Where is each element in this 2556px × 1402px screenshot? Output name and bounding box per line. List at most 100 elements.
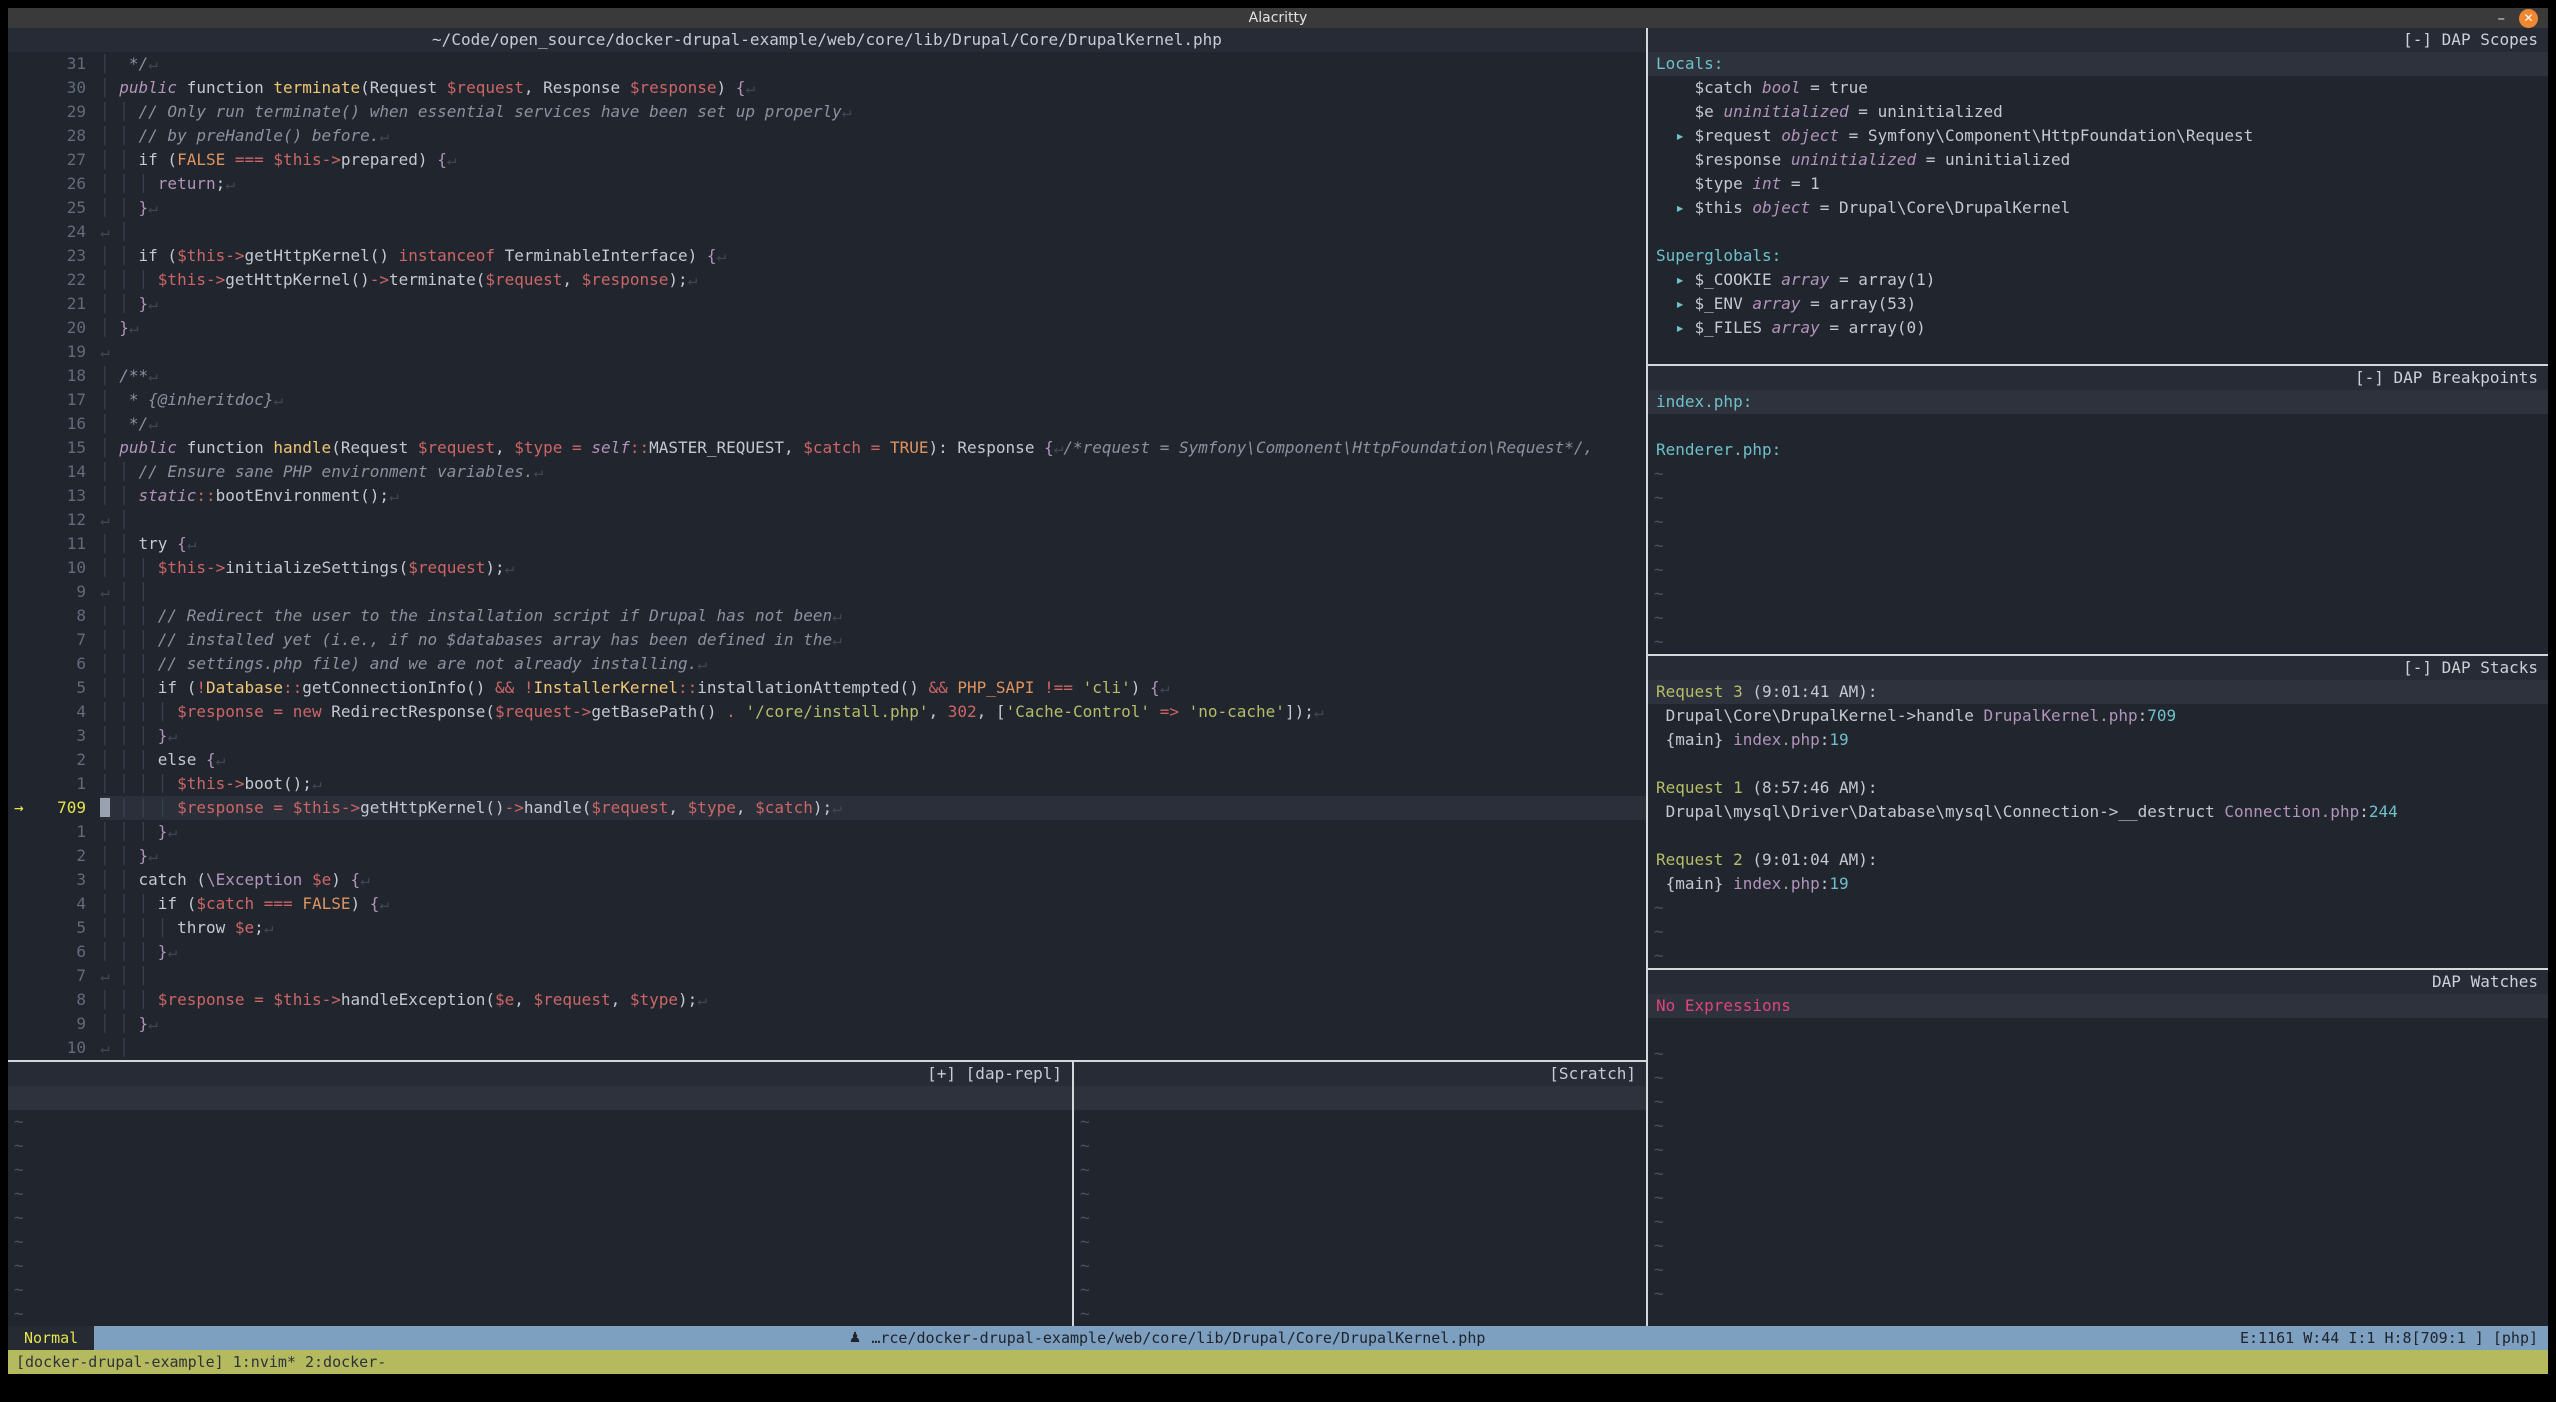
- code-line[interactable]: 30│ public function terminate(Request $r…: [8, 76, 1646, 100]
- token-t: function: [177, 438, 273, 457]
- scope-locals-header[interactable]: Locals:: [1648, 52, 2548, 76]
- code-line[interactable]: 17│ * {@inheritdoc}↵: [8, 388, 1646, 412]
- scope-superglobals-header[interactable]: Superglobals:: [1648, 244, 2548, 268]
- code-line-current[interactable]: →709 │ │ │ $response = $this->getHttpKer…: [8, 796, 1646, 820]
- token-r: ->: [341, 798, 360, 817]
- token-t: $_COOKIE: [1695, 270, 1782, 289]
- stack-frame[interactable]: {main} index.php:19: [1648, 728, 2548, 752]
- variable-row[interactable]: ▸ $request object = Symfony\Component\Ht…: [1648, 124, 2548, 148]
- token-t: ,: [514, 990, 533, 1009]
- variable-row[interactable]: $response uninitialized = uninitialized: [1648, 148, 2548, 172]
- code-line[interactable]: 7│ │ │ // installed yet (i.e., if no $da…: [8, 628, 1646, 652]
- token-t: [264, 990, 274, 1009]
- token-r: ->: [206, 558, 225, 577]
- breakpoint-file[interactable]: index.php:: [1648, 390, 2548, 414]
- code-line[interactable]: 27│ │ if (FALSE === $this->prepared) {↵: [8, 148, 1646, 172]
- tilde-row: ~: [8, 1182, 1072, 1206]
- code-line[interactable]: 12↵ │: [8, 508, 1646, 532]
- token-t: ): Response: [928, 438, 1044, 457]
- token-cy: 709: [2147, 706, 2176, 725]
- code-line[interactable]: 5│ │ │ if (!Database::getConnectionInfo(…: [8, 676, 1646, 700]
- minimize-button[interactable]: –: [2498, 8, 2506, 28]
- token-t: if (: [158, 678, 197, 697]
- scratch-window[interactable]: [Scratch] ~~~~~~~~~~: [1074, 1062, 1646, 1326]
- code-line[interactable]: 9↵ │ │: [8, 580, 1646, 604]
- code-line[interactable]: 3│ │ │ }↵: [8, 724, 1646, 748]
- thread-row[interactable]: Request 1 (8:57:46 AM):: [1648, 776, 2548, 800]
- dap-section-header-stacks[interactable]: [-] DAP Stacks: [1648, 656, 2548, 680]
- code-buffer[interactable]: 31│ */↵30│ public function terminate(Req…: [8, 52, 1646, 1060]
- code-line[interactable]: 2│ │ }↵: [8, 844, 1646, 868]
- scratch-cursorline[interactable]: [1074, 1086, 1646, 1110]
- token-t: try: [139, 534, 178, 553]
- variable-row[interactable]: ▸ $_ENV array = array(53): [1648, 292, 2548, 316]
- stack-frame[interactable]: Drupal\Core\DrupalKernel->handle DrupalK…: [1648, 704, 2548, 728]
- line-number: 9: [8, 580, 100, 604]
- variable-row[interactable]: ▸ $_COOKIE array = array(1): [1648, 268, 2548, 292]
- token-t: terminate(: [389, 270, 485, 289]
- code-line[interactable]: 6│ │ │ // settings.php file) and we are …: [8, 652, 1646, 676]
- code-line[interactable]: 1│ │ │ }↵: [8, 820, 1646, 844]
- variable-row[interactable]: $e uninitialized = uninitialized: [1648, 100, 2548, 124]
- dap-repl-cursorline[interactable]: [8, 1086, 1072, 1110]
- code-line[interactable]: 6│ │ │ }↵: [8, 940, 1646, 964]
- code-line[interactable]: 10↵ │: [8, 1036, 1646, 1060]
- token-p: }: [158, 726, 168, 745]
- variable-row[interactable]: ▸ $_FILES array = array(0): [1648, 316, 2548, 340]
- breakpoint-file[interactable]: Renderer.php:: [1648, 438, 2548, 462]
- token-o: PHP_SAPI: [957, 678, 1034, 697]
- code-line[interactable]: 21│ │ }↵: [8, 292, 1646, 316]
- tmux-status-bar[interactable]: [docker-drupal-example] 1:nvim* 2:docker…: [8, 1350, 2548, 1374]
- code-line[interactable]: 4│ │ │ │ $response = new RedirectRespons…: [8, 700, 1646, 724]
- thread-row[interactable]: Request 3 (9:01:41 AM):: [1648, 680, 2548, 704]
- close-button[interactable]: ✕: [2519, 9, 2538, 28]
- token-f: handle: [273, 438, 331, 457]
- variable-row[interactable]: ▸ $this object = Drupal\Core\DrupalKerne…: [1648, 196, 2548, 220]
- stack-frame[interactable]: {main} index.php:19: [1648, 872, 2548, 896]
- code-line[interactable]: 18│ /**↵: [8, 364, 1646, 388]
- dap-section-header-watches[interactable]: DAP Watches: [1648, 970, 2548, 994]
- code-line[interactable]: 23│ │ if ($this->getHttpKernel() instanc…: [8, 244, 1646, 268]
- code-line[interactable]: 14│ │ // Ensure sane PHP environment var…: [8, 460, 1646, 484]
- code-line[interactable]: 28│ │ // by preHandle() before.↵: [8, 124, 1646, 148]
- code-line[interactable]: 8│ │ │ // Redirect the user to the insta…: [8, 604, 1646, 628]
- code-line[interactable]: 8│ │ │ $response = $this->handleExceptio…: [8, 988, 1646, 1012]
- code-line[interactable]: 19↵: [8, 340, 1646, 364]
- token-t: getHttpKernel(): [245, 246, 399, 265]
- code-line[interactable]: 20│ }↵: [8, 316, 1646, 340]
- code-line[interactable]: 16│ */↵: [8, 412, 1646, 436]
- code-line[interactable]: 22│ │ │ $this->getHttpKernel()->terminat…: [8, 268, 1646, 292]
- dap-repl-window[interactable]: [+] [dap-repl] ~~~~~~~~~~: [8, 1062, 1072, 1326]
- code-line[interactable]: 2│ │ │ else {↵: [8, 748, 1646, 772]
- code-line[interactable]: 26│ │ │ return;↵: [8, 172, 1646, 196]
- thread-row[interactable]: Request 2 (9:01:04 AM):: [1648, 848, 2548, 872]
- variable-row[interactable]: $type int = 1: [1648, 172, 2548, 196]
- title-bar[interactable]: Alacritty – ✕: [8, 8, 2548, 28]
- code-line[interactable]: 10│ │ │ $this->initializeSettings($reque…: [8, 556, 1646, 580]
- code-line[interactable]: 25│ │ }↵: [8, 196, 1646, 220]
- dap-section-header-breakpoints[interactable]: [-] DAP Breakpoints: [1648, 366, 2548, 390]
- line-number: 14: [8, 460, 100, 484]
- token-r: =: [273, 702, 283, 721]
- code-line[interactable]: 24↵ │: [8, 220, 1646, 244]
- code-line[interactable]: 9│ │ }↵: [8, 1012, 1646, 1036]
- code-line[interactable]: 5│ │ │ │ throw $e;↵: [8, 916, 1646, 940]
- panel-blank-row: [1648, 220, 2548, 244]
- token-p: return: [158, 174, 216, 193]
- token-e: ↵: [697, 990, 707, 1009]
- code-line[interactable]: 4│ │ │ if ($catch === FALSE) {↵: [8, 892, 1646, 916]
- variable-row[interactable]: $catch bool = true: [1648, 76, 2548, 100]
- token-g: │ │: [110, 966, 149, 985]
- code-line[interactable]: 11│ │ try {↵: [8, 532, 1646, 556]
- code-line[interactable]: 3│ │ catch (\Exception $e) {↵: [8, 868, 1646, 892]
- dap-section-header-scopes[interactable]: [-] DAP Scopes: [1648, 28, 2548, 52]
- token-r: $response: [582, 270, 669, 289]
- code-line[interactable]: 1│ │ │ │ $this->boot();↵: [8, 772, 1646, 796]
- code-line[interactable]: 29│ │ // Only run terminate() when essen…: [8, 100, 1646, 124]
- code-line[interactable]: 13│ │ static::bootEnvironment();↵: [8, 484, 1646, 508]
- stack-frame[interactable]: Drupal\mysql\Driver\Database\mysql\Conne…: [1648, 800, 2548, 824]
- code-line[interactable]: 31│ */↵: [8, 52, 1646, 76]
- code-line[interactable]: 15│ public function handle(Request $requ…: [8, 436, 1646, 460]
- token-t: {main}: [1656, 874, 1733, 893]
- code-line[interactable]: 7↵ │ │: [8, 964, 1646, 988]
